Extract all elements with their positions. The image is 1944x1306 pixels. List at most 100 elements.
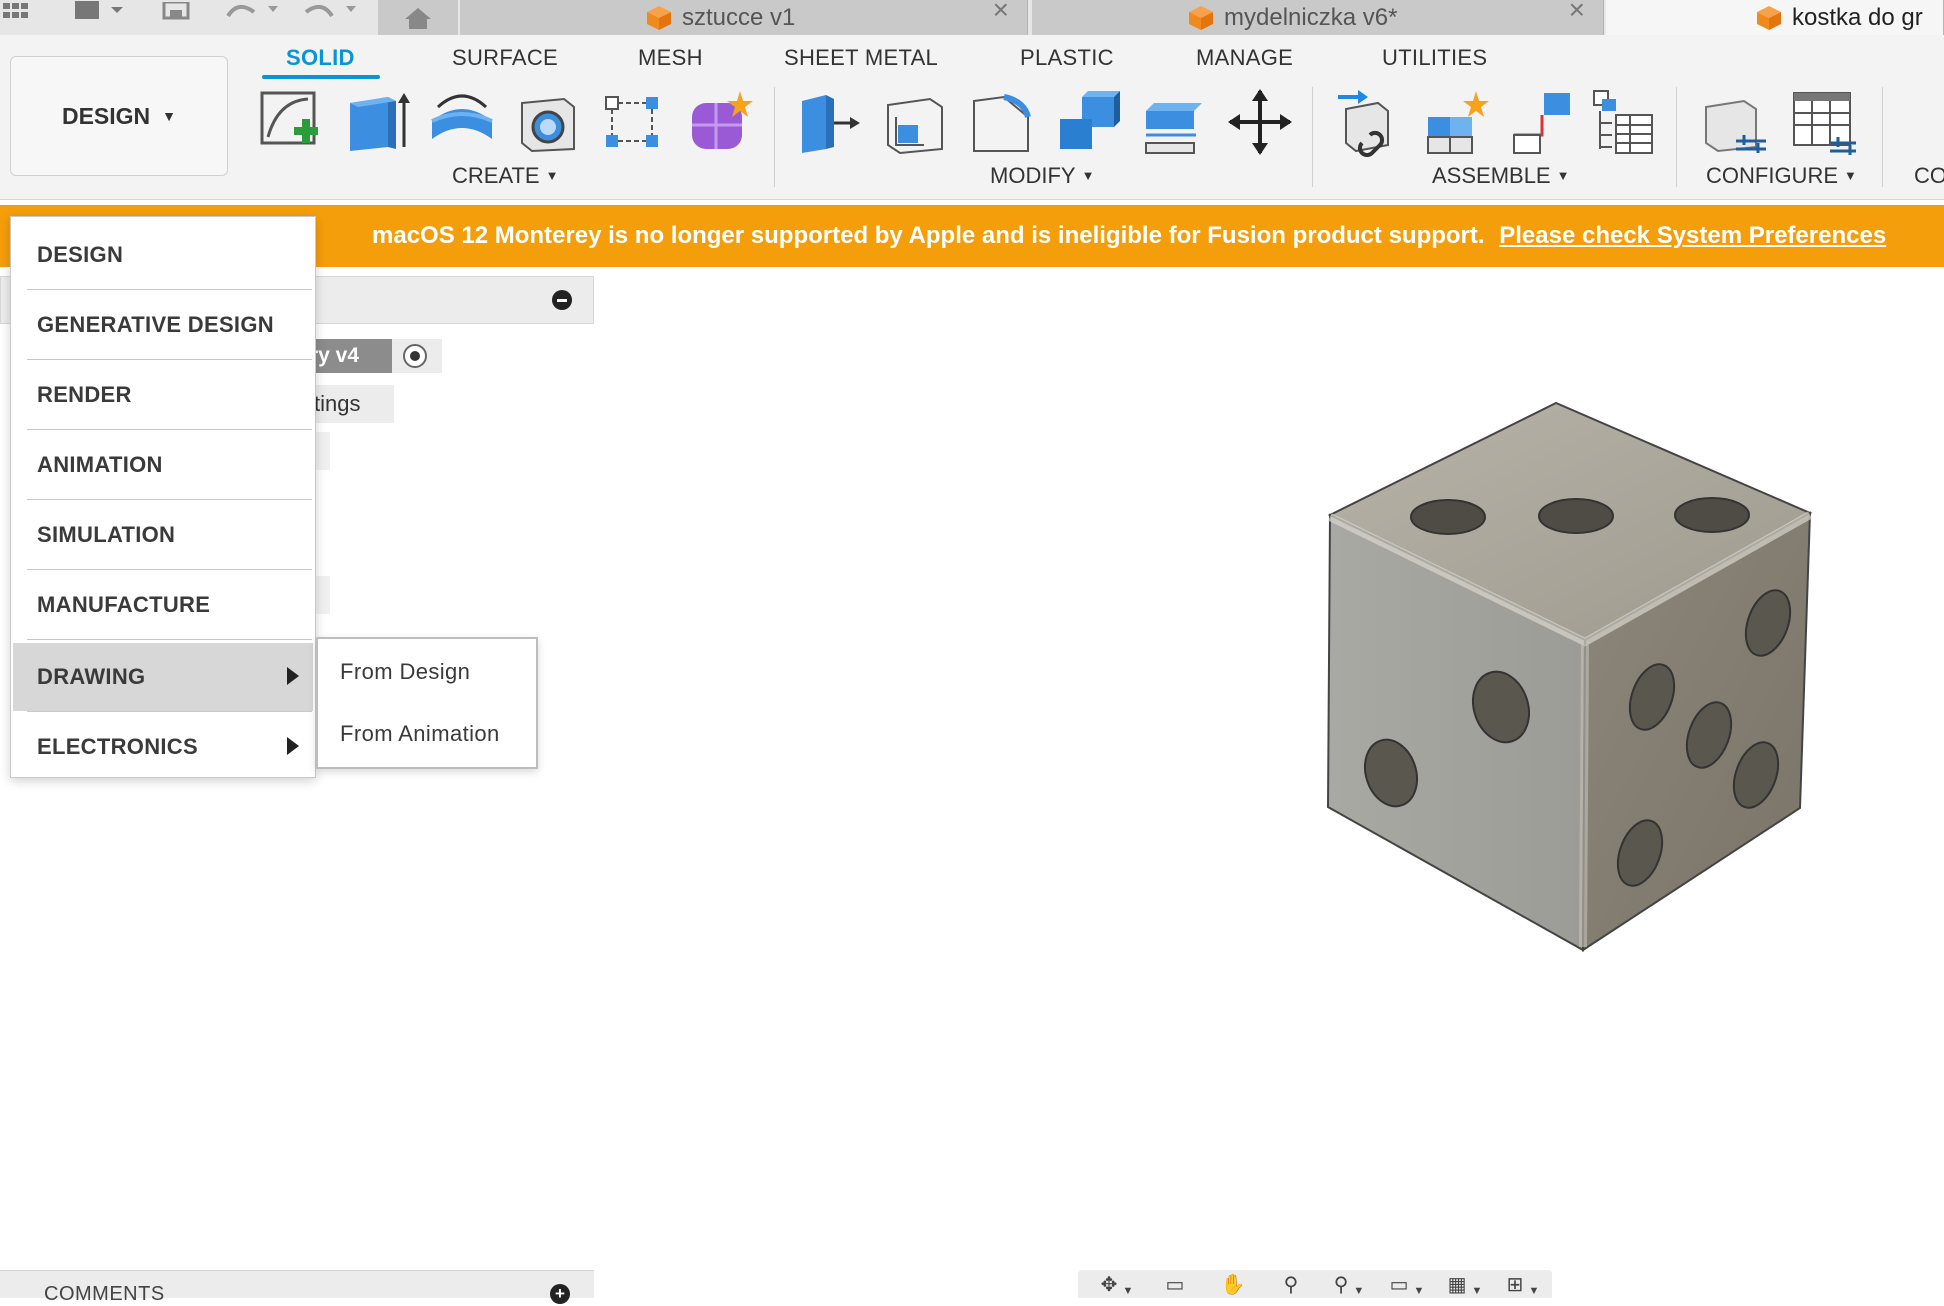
hole-icon[interactable] — [514, 87, 582, 157]
divider — [774, 87, 775, 187]
joint-icon[interactable] — [1422, 87, 1490, 157]
tab-utilities[interactable]: UTILITIES — [1382, 45, 1487, 71]
divider — [27, 639, 312, 640]
configure-group-menu[interactable]: CONFIGURE ▼ — [1706, 163, 1857, 189]
workspace-item-simulation[interactable]: SIMULATION — [13, 501, 313, 569]
redo-icon[interactable] — [300, 0, 360, 22]
look-at-icon[interactable]: ▭ — [1146, 1275, 1204, 1298]
divider — [1312, 87, 1313, 187]
press-pull-icon[interactable] — [796, 87, 864, 157]
app-grid-icon[interactable] — [0, 0, 34, 22]
design-cube-icon — [1189, 5, 1213, 30]
as-built-joint-icon[interactable] — [1508, 87, 1576, 157]
display-settings-icon[interactable]: ▭ ▼ — [1378, 1275, 1436, 1298]
submenu-item-from-design[interactable]: From Design — [340, 659, 470, 685]
workspace-item-label: GENERATIVE DESIGN — [37, 312, 274, 337]
comments-panel: COMMENTS — [0, 1270, 594, 1305]
workspace-item-generative-design[interactable]: GENERATIVE DESIGN — [13, 291, 313, 359]
revolve-icon[interactable] — [428, 87, 496, 157]
doc-tab-title: sztucce v1 — [682, 3, 796, 31]
modify-group-label: MODIFY — [990, 163, 1076, 188]
construct-group-label: CO — [1914, 163, 1944, 188]
workspace-item-render[interactable]: RENDER — [13, 361, 313, 429]
workspace-item-label: ANIMATION — [37, 452, 163, 477]
workspace-item-drawing[interactable]: DRAWING — [13, 643, 313, 711]
undo-icon[interactable] — [222, 0, 282, 22]
doc-tab-title: mydelniczka v6* — [1224, 3, 1398, 31]
orbit-icon[interactable]: ✥ ▼ — [1088, 1275, 1146, 1298]
chamfer-icon[interactable] — [968, 87, 1036, 157]
close-icon[interactable]: × — [1569, 0, 1585, 26]
fillet-icon[interactable] — [882, 87, 950, 157]
offset-face-icon[interactable] — [1140, 87, 1208, 157]
workspace-item-label: DRAWING — [37, 664, 146, 689]
chevron-down-icon: ▼ — [162, 108, 177, 124]
workspace-item-animation[interactable]: ANIMATION — [13, 431, 313, 499]
tab-surface[interactable]: SURFACE — [452, 45, 558, 71]
dice-model[interactable] — [1300, 395, 1840, 965]
doc-tab-title: kostka do gr — [1792, 3, 1923, 31]
tab-solid[interactable]: SOLID — [286, 45, 355, 71]
doc-tab-kostka[interactable]: kostka do gr — [1606, 0, 1944, 35]
new-component-icon[interactable] — [1336, 87, 1404, 157]
extrude-icon[interactable] — [344, 87, 412, 157]
configuration-table-icon[interactable] — [1790, 87, 1858, 157]
rectangular-pattern-icon[interactable] — [600, 87, 668, 157]
home-icon — [405, 7, 431, 29]
home-tab[interactable] — [378, 0, 458, 35]
workspace-item-manufacture[interactable]: MANUFACTURE — [13, 571, 313, 639]
grid-icon[interactable]: ▦ ▼ — [1436, 1275, 1494, 1298]
workspace-item-label: SIMULATION — [37, 522, 176, 547]
configure-group-label: CONFIGURE — [1706, 163, 1838, 188]
bill-of-materials-icon[interactable] — [1590, 87, 1658, 157]
chevron-down-icon: ▼ — [1081, 168, 1095, 183]
divider — [27, 711, 312, 712]
save-icon[interactable] — [158, 0, 194, 22]
divider — [27, 429, 312, 430]
activate-radio-icon[interactable] — [403, 344, 427, 368]
viewports-icon[interactable]: ⊞ ▼ — [1494, 1275, 1552, 1298]
doc-tab-sztucce[interactable]: sztucce v1 × — [460, 0, 1028, 35]
chevron-down-icon: ▼ — [1844, 168, 1857, 183]
submenu-item-from-animation[interactable]: From Animation — [340, 721, 500, 747]
navigation-bar: ✥ ▼ ▭ ✋ ⚲ ⚲ ▼ ▭ ▼ ▦ ▼ ⊞ ▼ — [1078, 1270, 1552, 1298]
tab-plastic[interactable]: PLASTIC — [1020, 45, 1114, 71]
move-icon[interactable] — [1226, 87, 1294, 157]
divider — [27, 569, 312, 570]
workspace-label: DESIGN — [61, 102, 151, 129]
banner-link[interactable]: Please check System Preferences — [1499, 222, 1886, 249]
chevron-down-icon: ▼ — [1556, 168, 1570, 183]
configure-design-icon[interactable] — [1700, 87, 1768, 157]
file-menu-icon[interactable] — [68, 0, 128, 22]
assemble-group-menu[interactable]: ASSEMBLE ▼ — [1432, 163, 1569, 189]
workspace-item-label: RENDER — [37, 382, 132, 407]
toolbar: DESIGN ▼ SOLID SURFACE MESH SHEET METAL … — [0, 35, 1944, 200]
settings-node-label: tings — [314, 391, 361, 416]
fit-icon[interactable]: ⚲ ▼ — [1320, 1275, 1378, 1298]
modify-group-menu[interactable]: MODIFY ▼ — [990, 163, 1094, 189]
create-form-icon[interactable] — [686, 87, 754, 157]
workspace-item-design[interactable]: DESIGN — [13, 221, 313, 289]
divider — [27, 499, 312, 500]
tab-mesh[interactable]: MESH — [638, 45, 703, 71]
active-tab-indicator — [262, 75, 380, 79]
create-sketch-icon[interactable] — [258, 87, 326, 157]
collapse-panel-icon[interactable] — [552, 290, 572, 310]
tab-manage[interactable]: MANAGE — [1196, 45, 1293, 71]
pan-icon[interactable]: ✋ — [1204, 1275, 1262, 1298]
combine-icon[interactable] — [1054, 87, 1122, 157]
workspace-switcher-button[interactable]: DESIGN ▼ — [10, 56, 228, 176]
create-group-menu[interactable]: CREATE ▼ — [452, 163, 558, 189]
workspace-item-label: ELECTRONICS — [37, 734, 198, 759]
add-comment-icon[interactable]: + — [550, 1284, 570, 1304]
construct-group-menu[interactable]: CO — [1914, 163, 1944, 189]
doc-tab-mydelniczka[interactable]: mydelniczka v6* × — [1032, 0, 1604, 35]
workspace-item-electronics[interactable]: ELECTRONICS — [13, 713, 313, 781]
zoom-icon[interactable]: ⚲ — [1262, 1275, 1320, 1298]
close-icon[interactable]: × — [993, 0, 1009, 26]
divider — [1676, 87, 1677, 187]
divider — [27, 359, 312, 360]
workspace-item-label: MANUFACTURE — [37, 592, 211, 617]
tab-sheet-metal[interactable]: SHEET METAL — [784, 45, 938, 71]
workspace-item-label: DESIGN — [37, 242, 124, 267]
